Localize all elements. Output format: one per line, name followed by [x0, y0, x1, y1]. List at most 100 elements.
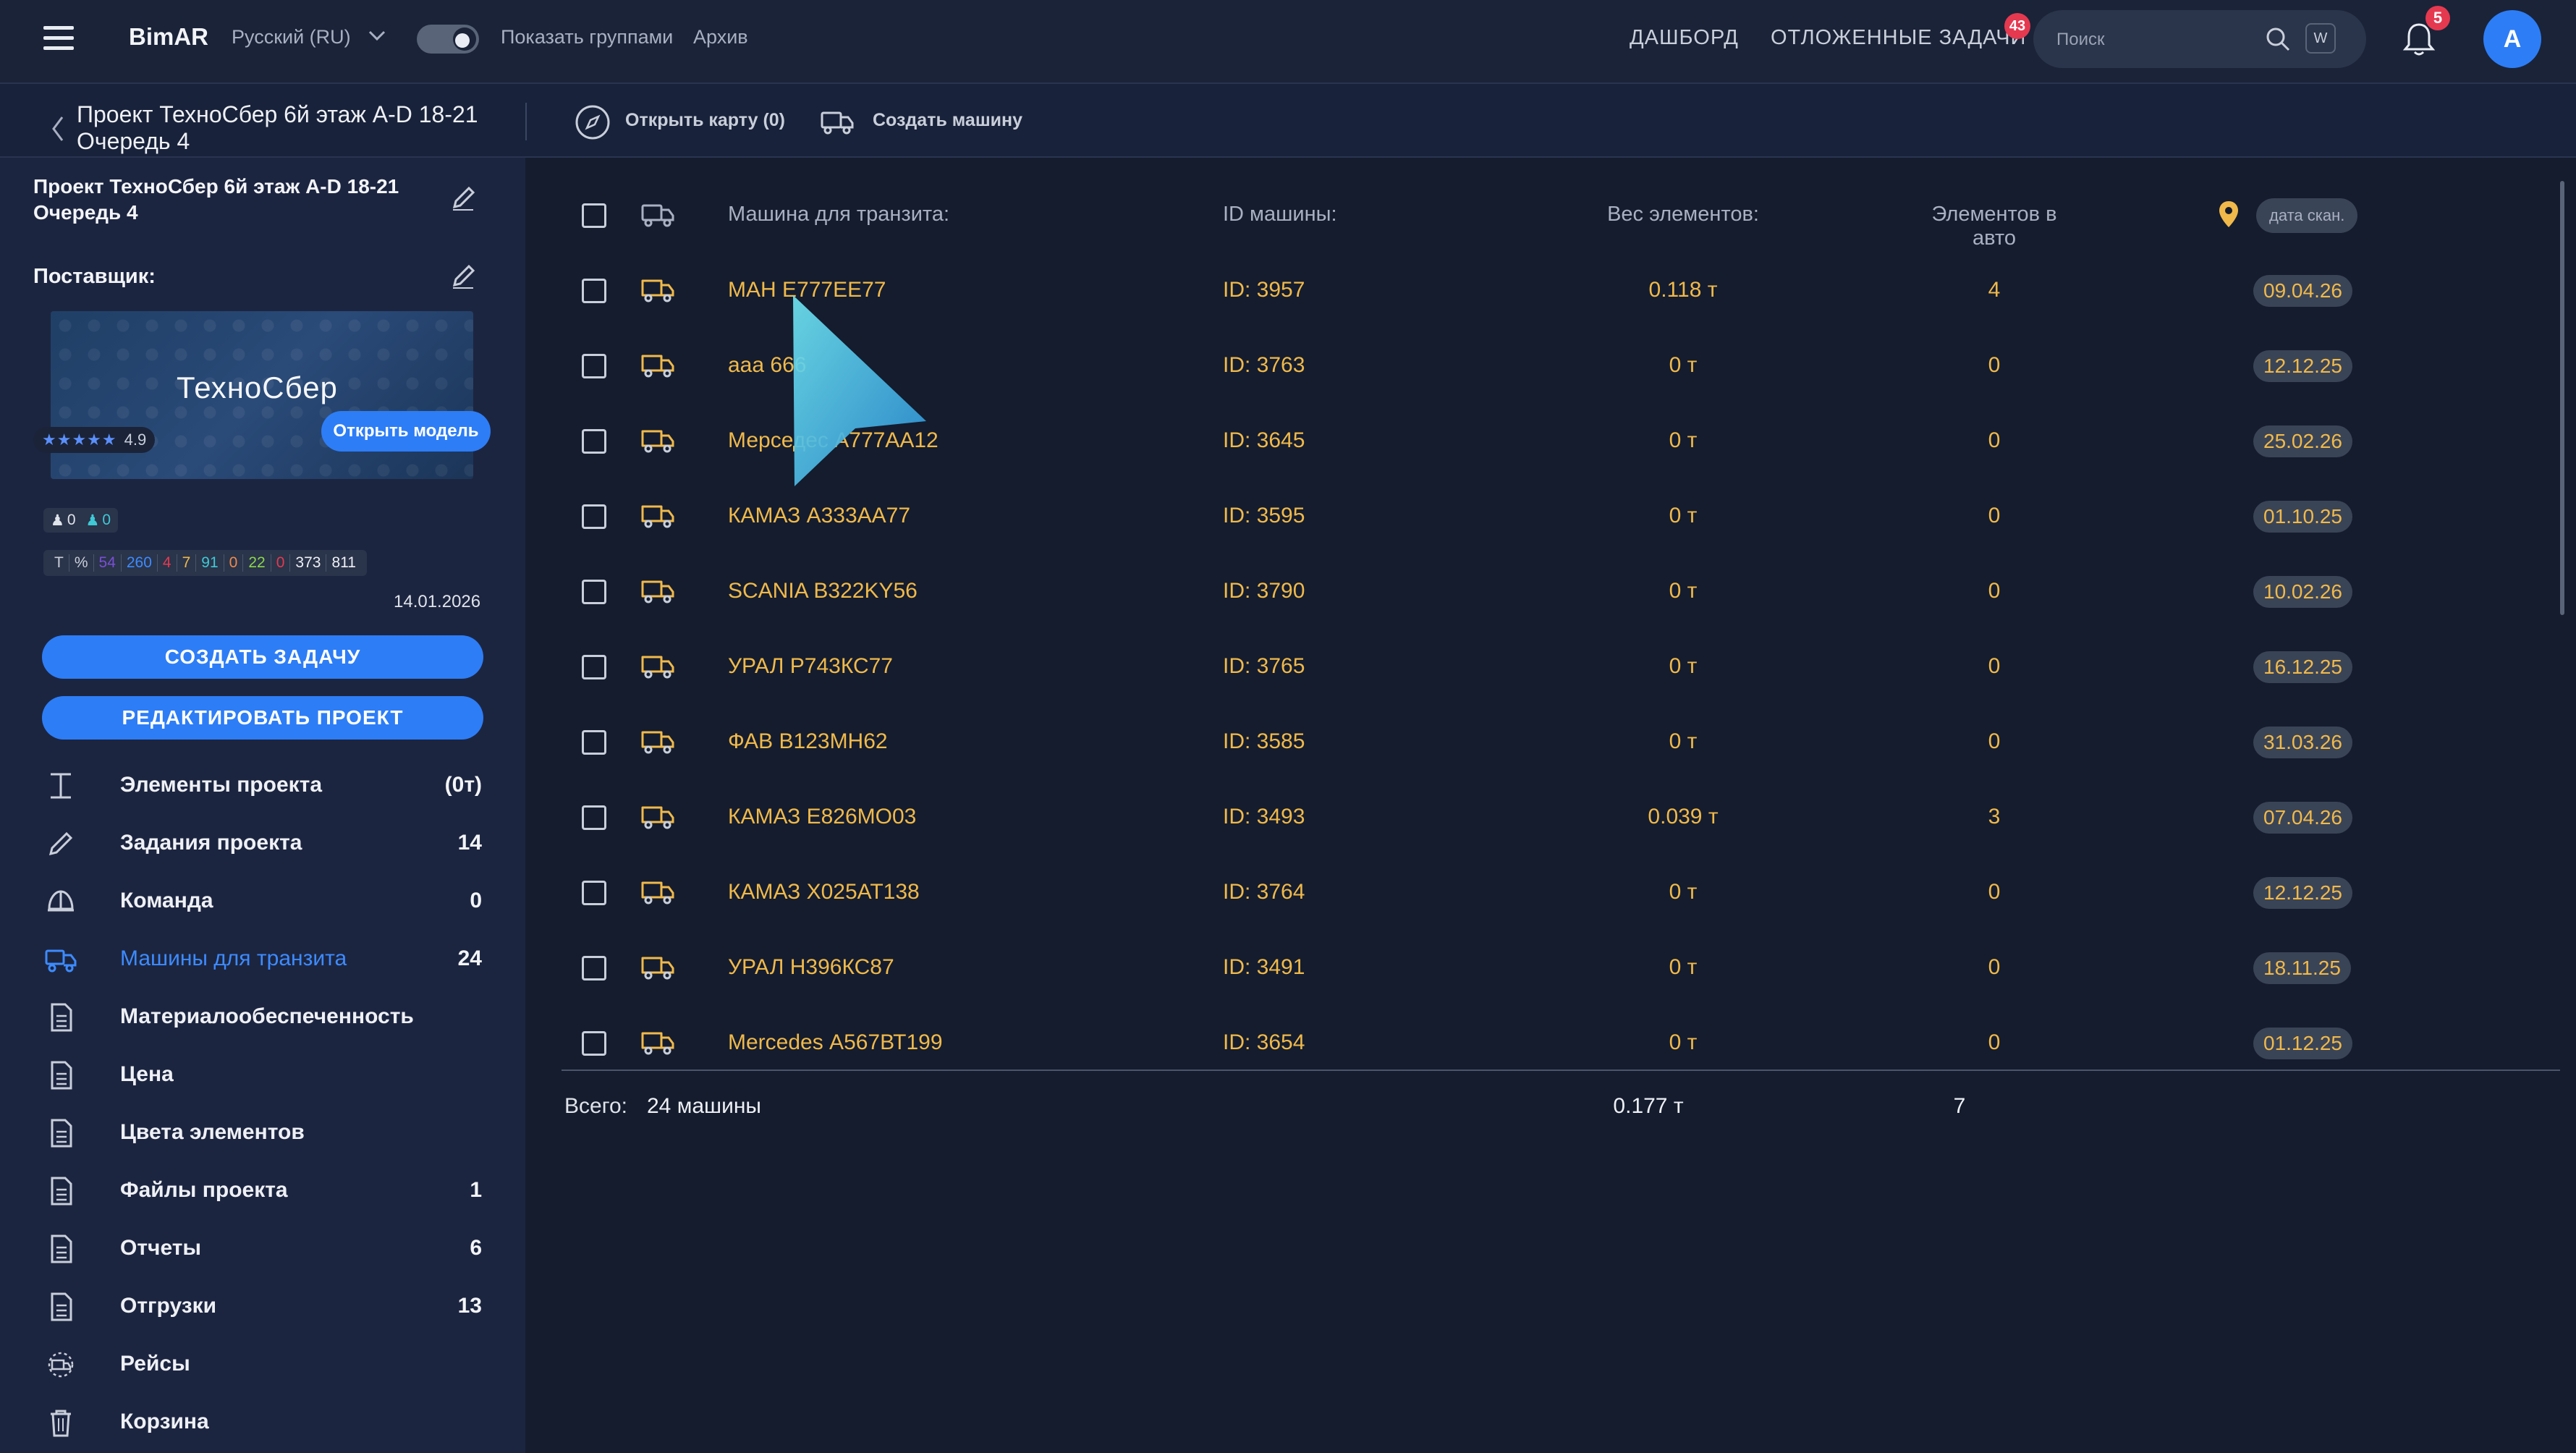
sidebar-item[interactable]: Корзина [0, 1394, 525, 1452]
sidebar-item[interactable]: Команда 0 [0, 873, 525, 931]
person-icon: ♟ [85, 512, 100, 529]
table-row[interactable]: УРАЛ Р743КС77 ID: 3765 0 т 0 16.12.25 [562, 630, 2559, 705]
car-id: ID: 3957 [1223, 278, 1305, 302]
car-name-link[interactable]: SCANIA B322KY56 [728, 579, 918, 603]
divider [525, 103, 527, 140]
car-elements-count: 0 [1988, 880, 2001, 904]
car-weight: 0 т [1669, 880, 1698, 904]
table-divider [562, 1069, 2560, 1071]
language-select[interactable]: Русский (RU) [232, 26, 351, 48]
car-weight: 0 т [1669, 504, 1698, 528]
car-name-link[interactable]: КАМАЗ А333АА77 [728, 504, 910, 528]
open-map-button[interactable]: Открыть карту (0) [625, 110, 785, 131]
row-checkbox[interactable] [582, 504, 606, 529]
row-checkbox[interactable] [582, 580, 606, 604]
open-model-button[interactable]: Открыть модель [321, 411, 491, 452]
show-groups-toggle-label[interactable]: Показать группами [501, 26, 673, 48]
sidebar-item[interactable]: Машины для транзита 24 [0, 931, 525, 988]
count-b: 0 [102, 512, 111, 528]
table-row[interactable]: КАМАЗ Е826МО03 ID: 3493 0.039 т 3 07.04.26 [562, 780, 2559, 855]
truck-icon[interactable] [821, 109, 854, 135]
header-elements-count[interactable]: Элементов в авто [1915, 203, 2074, 250]
stat-value: 260 [122, 554, 158, 572]
archive-link[interactable]: Архив [693, 26, 748, 48]
scan-date-badge: 25.02.26 [2253, 425, 2352, 457]
row-checkbox[interactable] [582, 730, 606, 755]
car-name-link[interactable]: КАМАЗ Е826МО03 [728, 805, 916, 829]
toggle-knob [453, 27, 476, 51]
avatar[interactable]: A [2483, 10, 2541, 68]
brand-logo[interactable]: BimAR [129, 23, 208, 51]
create-car-button[interactable]: Создать машину [873, 110, 1022, 131]
sidebar-item-count: 0 [470, 889, 482, 912]
nav-deferred-tasks[interactable]: ОТЛОЖЕННЫЕ ЗАДАЧИ [1771, 26, 2026, 50]
scrollbar[interactable] [2560, 181, 2564, 615]
document-icon [51, 1119, 72, 1148]
sidebar-project-title: Проект ТехноСбер 6й этаж A-D 18-21 Очере… [33, 175, 399, 224]
location-pin-icon[interactable] [2217, 200, 2240, 229]
hamburger-menu-icon[interactable] [43, 26, 74, 55]
search-icon[interactable] [2263, 25, 2292, 54]
search-input[interactable] [2055, 26, 2261, 54]
sidebar-item[interactable]: Цвета элементов [0, 1104, 525, 1162]
car-name-link[interactable]: УРАЛ Р743КС77 [728, 654, 893, 679]
row-checkbox[interactable] [582, 1031, 606, 1056]
route-icon [48, 1352, 74, 1378]
sidebar-item[interactable]: Материалообеспеченность [0, 988, 525, 1046]
table-row[interactable]: SCANIA B322KY56 ID: 3790 0 т 0 10.02.26 [562, 554, 2559, 630]
sidebar-item-label: Файлы проекта [120, 1178, 288, 1202]
truck-icon [45, 949, 77, 973]
table-row[interactable]: ФАВ В123МН62 ID: 3585 0 т 0 31.03.26 [562, 705, 2559, 780]
car-id: ID: 3645 [1223, 428, 1305, 452]
table-row[interactable]: УРАЛ Н396КС87 ID: 3491 0 т 0 18.11.25 [562, 931, 2559, 1006]
sidebar-item[interactable]: Отгрузки 13 [0, 1278, 525, 1336]
truck-icon [641, 430, 674, 453]
pencil-icon[interactable] [449, 262, 478, 291]
header-car-id[interactable]: ID машины: [1223, 203, 1337, 226]
row-checkbox[interactable] [582, 429, 606, 454]
nav-dashboard[interactable]: ДАШБОРД [1630, 26, 1739, 50]
row-checkbox[interactable] [582, 279, 606, 303]
truck-icon [641, 806, 674, 829]
sidebar-item[interactable]: Отчеты 6 [0, 1220, 525, 1278]
select-all-checkbox[interactable] [582, 203, 606, 228]
row-checkbox[interactable] [582, 956, 606, 980]
header-car-name[interactable]: Машина для транзита: [728, 203, 949, 226]
car-name-link[interactable]: Mercedes А567ВТ199 [728, 1030, 943, 1055]
theme-toggle[interactable] [417, 25, 479, 54]
chevron-down-icon[interactable] [368, 26, 386, 45]
truck-icon [641, 957, 674, 980]
stat-value: 811 [331, 554, 356, 571]
car-id: ID: 3493 [1223, 805, 1305, 829]
row-checkbox[interactable] [582, 354, 606, 378]
row-checkbox[interactable] [582, 655, 606, 679]
sidebar-item-label: Элементы проекта [120, 773, 323, 797]
car-name-link[interactable]: УРАЛ Н396КС87 [728, 955, 894, 980]
deferred-tasks-badge: 43 [2004, 13, 2030, 39]
sidebar-item[interactable]: Элементы проекта (0т) [0, 757, 525, 815]
chevron-left-icon[interactable] [51, 114, 65, 143]
sidebar-item-label: Машины для транзита [120, 946, 347, 970]
sidebar-item[interactable]: Цена [0, 1046, 525, 1104]
car-name-link[interactable]: КАМАЗ Х025АТ138 [728, 880, 920, 905]
sidebar-item[interactable]: Рейсы [0, 1336, 525, 1394]
status-stats: T% 54 260 4 7 91 0 22 0 373 811 [43, 550, 367, 576]
header-weight[interactable]: Вес элементов: [1575, 203, 1792, 226]
scan-date-badge: 07.04.26 [2253, 802, 2352, 834]
header-scan-date[interactable]: дата скан. [2256, 198, 2358, 233]
total-weight: 0.177 т [1613, 1094, 1684, 1118]
table-row[interactable]: КАМАЗ Х025АТ138 ID: 3764 0 т 0 12.12.25 [562, 855, 2559, 931]
sidebar-item[interactable]: Файлы проекта 1 [0, 1162, 525, 1220]
compass-icon[interactable] [575, 104, 611, 140]
sidebar-item[interactable]: Задания проекта 14 [0, 815, 525, 873]
project-title: Проект ТехноСбер 6й этаж A-D 18-21 Очере… [77, 101, 478, 154]
car-elements-count: 3 [1988, 805, 2001, 829]
pencil-icon[interactable] [449, 184, 478, 213]
row-checkbox[interactable] [582, 805, 606, 830]
row-checkbox[interactable] [582, 881, 606, 905]
car-elements-count: 0 [1988, 955, 2001, 979]
create-task-button[interactable]: СОЗДАТЬ ЗАДАЧУ [42, 635, 483, 679]
car-elements-count: 0 [1988, 1030, 2001, 1054]
car-name-link[interactable]: ФАВ В123МН62 [728, 729, 888, 754]
edit-project-button[interactable]: РЕДАКТИРОВАТЬ ПРОЕКТ [42, 696, 483, 740]
